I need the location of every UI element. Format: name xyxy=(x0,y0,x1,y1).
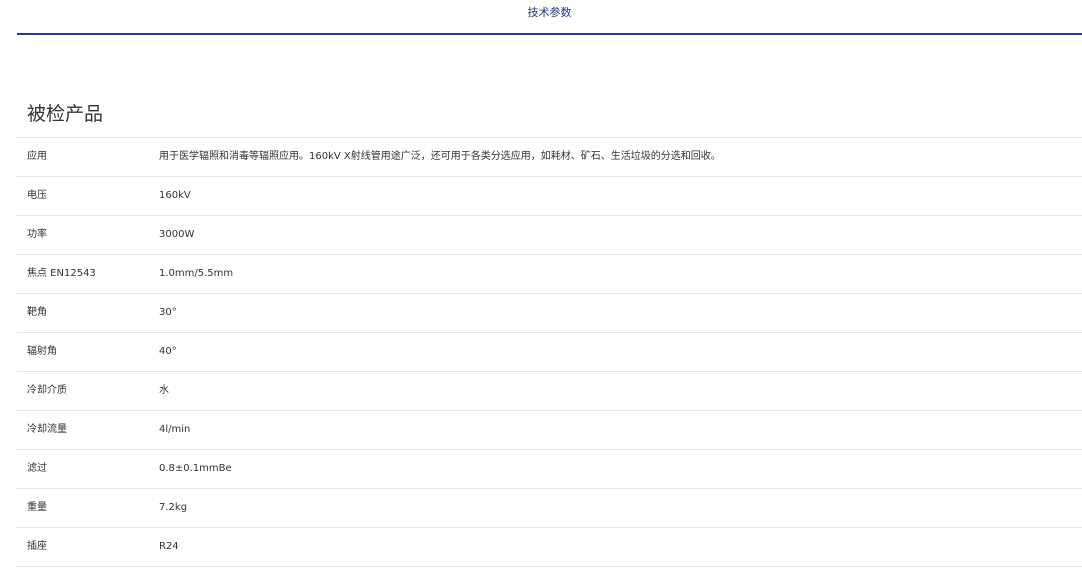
spec-value: 160kV xyxy=(159,190,191,201)
spec-value: 30° xyxy=(159,307,177,318)
table-row: 冷却介质 水 xyxy=(17,372,1082,411)
table-row: 重量 7.2kg xyxy=(17,489,1082,528)
spec-label: 电压 xyxy=(27,190,47,201)
spec-label: 应用 xyxy=(27,151,47,162)
spec-value: 4l/min xyxy=(159,424,191,435)
table-row: 焦点 EN12543 1.0mm/5.5mm xyxy=(17,255,1082,294)
spec-label: 功率 xyxy=(27,229,47,240)
spec-label: 靶角 xyxy=(27,307,47,318)
spec-label: 重量 xyxy=(27,502,47,513)
spec-value: 0.8±0.1mmBe xyxy=(159,463,232,474)
spec-label: 焦点 EN12543 xyxy=(27,268,96,279)
spec-value: 40° xyxy=(159,346,177,357)
spec-value: 3000W xyxy=(159,229,195,240)
spec-value: R24 xyxy=(159,541,179,552)
spec-value: 7.2kg xyxy=(159,502,188,513)
table-row: 功率 3000W xyxy=(17,216,1082,255)
tab-bar: 技术参数 xyxy=(17,0,1082,35)
table-row: 插座 R24 xyxy=(17,528,1082,567)
table-row: 电压 160kV xyxy=(17,177,1082,216)
spec-value: 1.0mm/5.5mm xyxy=(159,268,234,279)
table-row: 滤过 0.8±0.1mmBe xyxy=(17,450,1082,489)
spec-value: 水 xyxy=(159,385,169,396)
table-row: 应用 用于医学辐照和消毒等辐照应用。160kV X射线管用途广泛，还可用于各类分… xyxy=(17,138,1082,177)
table-row: 靶角 30° xyxy=(17,294,1082,333)
spec-table: 应用 用于医学辐照和消毒等辐照应用。160kV X射线管用途广泛，还可用于各类分… xyxy=(17,137,1082,567)
spec-label: 滤过 xyxy=(27,463,47,474)
spec-label: 插座 xyxy=(27,541,47,552)
spec-label: 冷却介质 xyxy=(27,385,67,396)
tab-technical-parameters[interactable]: 技术参数 xyxy=(17,4,1082,20)
spec-label: 冷却流量 xyxy=(27,424,67,435)
spec-value: 用于医学辐照和消毒等辐照应用。160kV X射线管用途广泛，还可用于各类分选应用… xyxy=(159,151,721,162)
table-row: 辐射角 40° xyxy=(17,333,1082,372)
table-row: 冷却流量 4l/min xyxy=(17,411,1082,450)
spec-label: 辐射角 xyxy=(27,346,57,357)
section-title: 被检产品 xyxy=(27,103,104,125)
